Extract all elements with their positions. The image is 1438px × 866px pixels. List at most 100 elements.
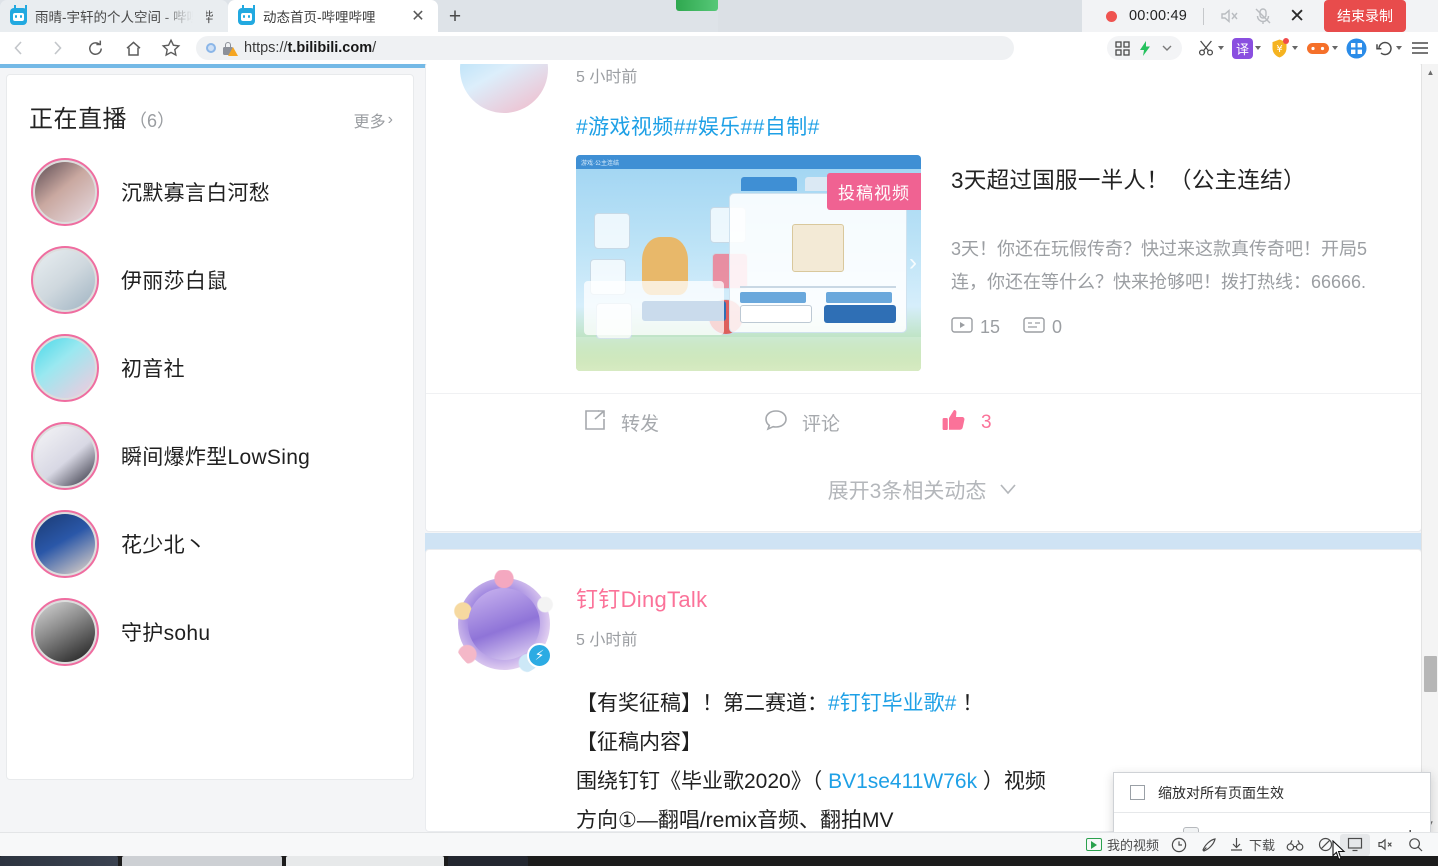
browser-tab-2[interactable]: 动态首页-哔哩哔哩 ✕ <box>228 0 438 32</box>
url-text: https://t.bilibili.com/ <box>244 40 376 56</box>
avatar[interactable] <box>31 246 99 314</box>
home-icon[interactable] <box>114 33 152 63</box>
url-path: / <box>372 40 377 56</box>
avatar[interactable] <box>31 510 99 578</box>
post2-hashtag[interactable]: #钉钉毕业歌# <box>828 692 956 715</box>
reload-icon[interactable] <box>76 33 114 63</box>
bilibili-favicon <box>10 7 27 25</box>
thumb-footer <box>576 337 921 371</box>
comment-button[interactable]: 评论 <box>763 408 840 438</box>
post2-bv-link[interactable]: BV1se411W76k <box>828 770 977 793</box>
thumb-left-panel <box>584 281 724 335</box>
qr-code-icon[interactable] <box>1111 33 1134 63</box>
rocket-icon[interactable] <box>1194 834 1224 856</box>
video-thumbnail[interactable]: 游戏·公主连结 投稿视频 › <box>576 155 921 371</box>
scrollbar-thumb[interactable] <box>1424 656 1437 692</box>
stop-recording-button[interactable]: 结束录制 <box>1324 0 1407 32</box>
avatar[interactable] <box>31 422 99 490</box>
streamer-name: 瞬间爆炸型LowSing <box>121 446 311 469</box>
svg-text:¥: ¥ <box>1276 44 1282 55</box>
video-meta: 3天超过国服一半人！（公主连结） 3天！你还在玩假传奇？快过来这款真传奇吧！开局… <box>951 155 1401 371</box>
feed-column: 5 小时前 #游戏视频##娱乐##自制# 游戏·公主连结 投稿视频 › 3天超过… <box>425 64 1422 832</box>
address-bar[interactable]: https://t.bilibili.com/ <box>196 36 1014 60</box>
recording-toolbar: 00:00:49 ✕ 结束录制 <box>1082 0 1438 33</box>
speaker-mute-icon[interactable] <box>1212 1 1246 31</box>
post-tags[interactable]: #游戏视频##娱乐##自制# <box>576 111 1401 141</box>
menu-icon[interactable] <box>1406 33 1434 63</box>
apps-grid-icon[interactable] <box>1342 33 1371 63</box>
recording-time: 00:00:49 <box>1129 8 1188 24</box>
close-icon[interactable]: ✕ <box>1280 1 1314 31</box>
bookmark-star-icon[interactable] <box>152 33 190 63</box>
video-card[interactable]: 游戏·公主连结 投稿视频 › 3天超过国服一半人！（公主连结） 3天！你还在玩假… <box>576 155 1401 371</box>
zoom-popup: 缩放对所有页面生效 − + 50% 100% 150% 200% 400% <box>1113 772 1431 832</box>
download-label: 下载 <box>1248 838 1275 853</box>
list-item[interactable]: 守护sohu <box>7 588 413 676</box>
avatar[interactable]: ⚡ <box>450 570 558 678</box>
post2-line3-b: ）视频 <box>977 770 1046 793</box>
list-item[interactable]: 花少北丶 <box>7 500 413 588</box>
expand-related-button[interactable]: 展开3条相关动态 <box>426 451 1421 529</box>
scissors-icon[interactable] <box>1194 33 1228 63</box>
avatar[interactable] <box>458 64 550 115</box>
divider <box>1203 7 1205 25</box>
translate-icon[interactable]: 译 <box>1228 33 1265 63</box>
video-description: 3天！你还在玩假传奇？快过来这款真传奇吧！开局5 连，你还在等什么？快来抢够吧！… <box>951 233 1401 299</box>
taskbar-item[interactable] <box>286 856 444 866</box>
taskbar-item[interactable] <box>0 856 118 866</box>
video-title[interactable]: 3天超过国服一半人！（公主连结） <box>951 163 1401 195</box>
list-item[interactable]: 沉默寡言白河愁 <box>7 148 413 236</box>
post2-line3-a: 围绕钉钉《毕业歌2020》（ <box>576 770 829 793</box>
download-button[interactable]: 下载 <box>1224 834 1280 856</box>
my-video-button[interactable]: 我的视频 <box>1081 834 1164 856</box>
translate-glyph: 译 <box>1232 37 1253 59</box>
chevron-right-icon[interactable]: › <box>909 249 917 277</box>
taskbar-item[interactable] <box>448 856 528 866</box>
play-count-group: 15 <box>951 316 1000 339</box>
sidebar-more-link[interactable]: 更多 › <box>354 108 393 132</box>
avatar[interactable] <box>31 598 99 666</box>
zoom-in-button[interactable]: + <box>1404 825 1416 832</box>
mic-mute-icon[interactable] <box>1246 1 1280 31</box>
thumb-window-bar: 游戏·公主连结 <box>576 155 921 169</box>
play-icon <box>1085 838 1102 851</box>
avatar[interactable] <box>31 334 99 402</box>
scroll-up-icon[interactable]: ▲ <box>1422 64 1438 81</box>
page-indicator-icon <box>206 43 216 53</box>
like-button[interactable]: 3 <box>940 407 992 439</box>
gamepad-icon[interactable] <box>1302 33 1342 63</box>
share-icon <box>582 408 608 438</box>
list-item[interactable]: 初音社 <box>7 324 413 412</box>
undo-icon[interactable] <box>1371 33 1406 63</box>
zoom-apply-all-checkbox[interactable] <box>1130 785 1145 800</box>
search-icon[interactable] <box>1400 834 1430 856</box>
post2-line-3: 围绕钉钉《毕业歌2020》（ BV1se411W76k ）视频 <box>576 762 1046 801</box>
zoom-apply-all-row[interactable]: 缩放对所有页面生效 <box>1114 773 1430 813</box>
streamer-name: 守护sohu <box>121 622 211 645</box>
compass-icon[interactable] <box>1164 834 1194 856</box>
page-content: 正在直播 （6） 更多 › 沉默寡言白河愁 伊丽莎白鼠 初音社 瞬间爆炸型Low… <box>0 64 1438 832</box>
more-label: 更多 <box>353 114 386 131</box>
glasses-icon[interactable] <box>1280 834 1310 856</box>
close-icon[interactable]: ✕ <box>408 6 428 26</box>
live-streamer-list: 沉默寡言白河愁 伊丽莎白鼠 初音社 瞬间爆炸型LowSing 花少北丶 守护so… <box>7 148 413 676</box>
list-item[interactable]: 瞬间爆炸型LowSing <box>7 412 413 500</box>
browser-tab-1[interactable]: 雨晴-宇轩的个人空间 - 哔哩哔 <box>0 0 228 32</box>
list-item[interactable]: 伊丽莎白鼠 <box>7 236 413 324</box>
taskbar-item[interactable] <box>122 856 282 866</box>
chevron-down-icon[interactable] <box>1156 33 1178 63</box>
mute-icon[interactable] <box>1370 834 1400 856</box>
bilibili-favicon <box>238 7 255 25</box>
shield-icon[interactable]: ¥ <box>1265 33 1302 63</box>
chevron-down-icon <box>997 478 1019 502</box>
back-icon[interactable] <box>0 33 38 63</box>
new-tab-button[interactable]: + <box>438 2 472 32</box>
insecure-lock-icon[interactable] <box>223 41 238 56</box>
post-action-bar: 转发 评论 3 <box>426 393 1421 451</box>
lightning-icon[interactable] <box>1134 33 1156 63</box>
post-author-name[interactable]: 钉钉DingTalk <box>576 582 1046 614</box>
forward-icon[interactable] <box>38 33 76 63</box>
page-scrollbar[interactable]: ▲ ▼ <box>1421 64 1438 832</box>
share-button[interactable]: 转发 <box>582 408 659 438</box>
avatar[interactable] <box>31 158 99 226</box>
